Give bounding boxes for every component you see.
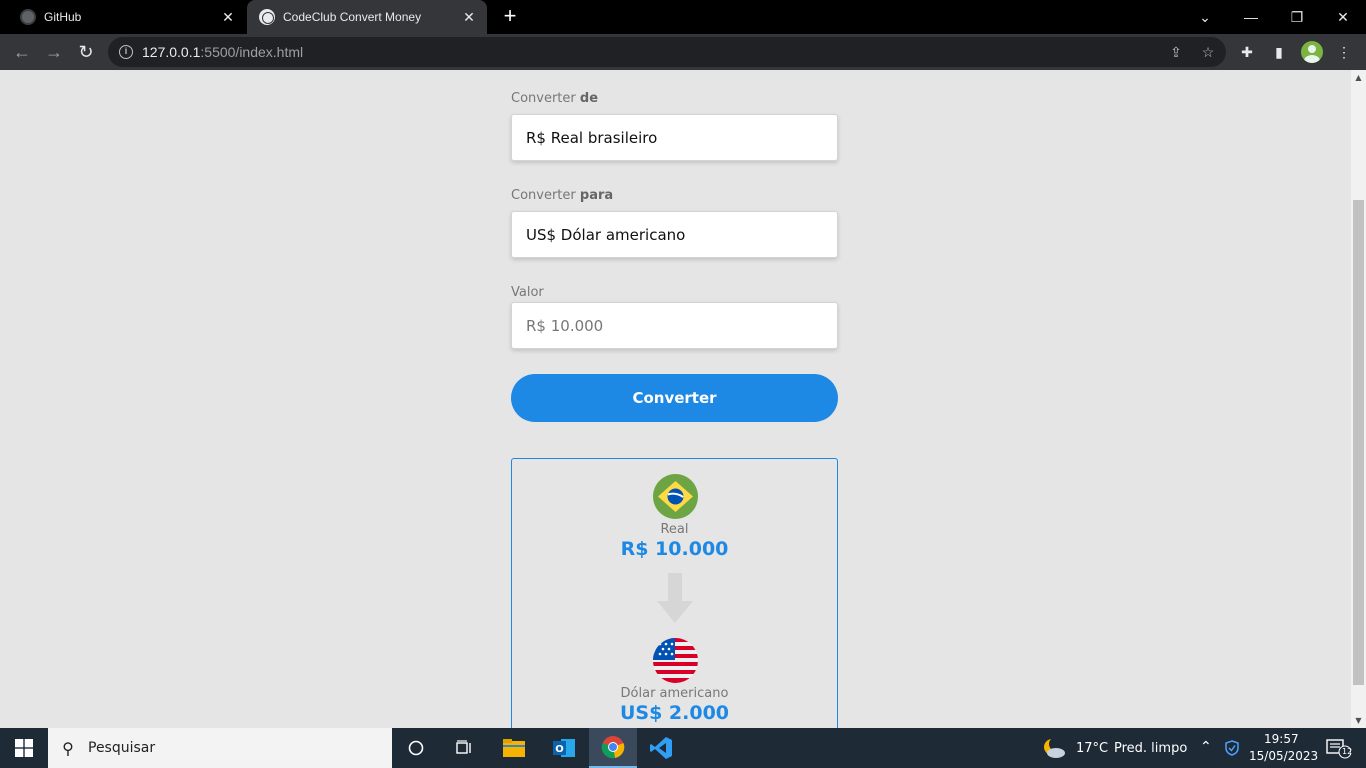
- tray-chevron-up-icon[interactable]: ⌃: [1200, 739, 1212, 755]
- to-label: Converter para: [511, 188, 614, 203]
- outlook-icon[interactable]: O: [540, 728, 588, 768]
- file-explorer-icon[interactable]: [490, 728, 538, 768]
- to-amount: US$ 2.000: [619, 702, 730, 724]
- windows-start-button[interactable]: [0, 728, 48, 768]
- to-currency-name: Dólar americano: [620, 686, 729, 701]
- restore-button[interactable]: ❐: [1274, 0, 1320, 34]
- reload-button[interactable]: ↻: [73, 39, 99, 65]
- from-amount: R$ 10.000: [620, 538, 729, 560]
- cortana-icon[interactable]: [392, 728, 440, 768]
- usa-flag-icon: [653, 638, 698, 683]
- windows-logo-icon: [15, 739, 33, 757]
- address-bar[interactable]: i 127.0.0.1:5500/index.html ⇪ ☆: [108, 37, 1226, 67]
- minimize-button[interactable]: —: [1228, 0, 1274, 34]
- back-button[interactable]: ←: [9, 39, 35, 65]
- result-card: Real R$ 10.000 Dólar americano US$ 2.000: [511, 458, 838, 728]
- from-currency-name: Real: [660, 522, 689, 537]
- browser-toolbar: ← → ↻ i 127.0.0.1:5500/index.html ⇪ ☆ ✚ …: [0, 34, 1366, 70]
- close-window-button[interactable]: ✕: [1320, 0, 1366, 34]
- page-viewport: Converter de R$ Real brasileiro Converte…: [0, 70, 1366, 728]
- weather-temperature: 17°C: [1076, 741, 1109, 756]
- brazil-flag-icon: [653, 474, 698, 519]
- tab-title: GitHub: [44, 10, 82, 24]
- search-icon: ⚲: [62, 738, 74, 758]
- github-icon: [20, 9, 36, 25]
- bookmark-star-icon[interactable]: ☆: [1199, 43, 1217, 61]
- globe-icon: [259, 9, 275, 25]
- weather-description: Pred. limpo: [1114, 741, 1188, 756]
- task-view-icon[interactable]: [440, 728, 488, 768]
- amount-label: Valor: [511, 285, 544, 300]
- close-icon[interactable]: ✕: [459, 7, 479, 27]
- notifications-count: 12: [1342, 747, 1353, 756]
- close-icon[interactable]: ✕: [218, 7, 238, 27]
- profile-avatar[interactable]: [1301, 41, 1323, 63]
- search-placeholder: Pesquisar: [88, 740, 156, 756]
- arrow-down-icon: [657, 573, 693, 623]
- tab-search-icon[interactable]: ⌄: [1182, 0, 1228, 34]
- share-icon[interactable]: ⇪: [1167, 43, 1185, 61]
- clock-date[interactable]: 15/05/2023: [1249, 749, 1318, 763]
- url-text: 127.0.0.1:5500/index.html: [142, 44, 304, 60]
- side-panel-icon[interactable]: ▮: [1269, 42, 1289, 62]
- new-tab-button[interactable]: +: [498, 5, 522, 29]
- to-currency-select[interactable]: US$ Dólar americano: [511, 211, 838, 258]
- convert-button[interactable]: Converter: [511, 374, 838, 422]
- browser-tab-bar: GitHub ✕ CodeClub Convert Money ✕ + ⌄ — …: [0, 0, 1366, 34]
- forward-button[interactable]: →: [41, 39, 67, 65]
- menu-icon[interactable]: ⋮: [1334, 42, 1354, 62]
- notifications-icon[interactable]: 12: [1318, 728, 1358, 768]
- chrome-icon[interactable]: [589, 728, 637, 768]
- windows-taskbar: ⚲ Pesquisar O 17°C Pred. limpo ⌃ 19:57 1…: [0, 728, 1366, 768]
- scroll-up-icon[interactable]: ▲: [1354, 73, 1363, 82]
- extensions-icon[interactable]: ✚: [1237, 42, 1257, 62]
- vscode-icon[interactable]: [637, 728, 685, 768]
- site-info-icon[interactable]: i: [119, 45, 133, 59]
- defender-shield-icon[interactable]: [1220, 728, 1244, 768]
- from-currency-select[interactable]: R$ Real brasileiro: [511, 114, 838, 161]
- scroll-down-icon[interactable]: ▼: [1354, 716, 1363, 725]
- scrollbar-thumb[interactable]: [1353, 200, 1364, 685]
- from-label: Converter de: [511, 91, 599, 106]
- page-scrollbar[interactable]: ▲ ▼: [1351, 70, 1366, 728]
- tab-codeclub[interactable]: CodeClub Convert Money ✕: [247, 0, 487, 34]
- tab-title: CodeClub Convert Money: [283, 10, 422, 24]
- svg-text:O: O: [555, 744, 564, 755]
- clock-time[interactable]: 19:57: [1264, 732, 1299, 746]
- weather-icon[interactable]: [1032, 728, 1076, 768]
- amount-input[interactable]: R$ 10.000: [511, 302, 838, 349]
- tab-github[interactable]: GitHub ✕: [8, 0, 246, 34]
- taskbar-search[interactable]: ⚲ Pesquisar: [48, 728, 392, 768]
